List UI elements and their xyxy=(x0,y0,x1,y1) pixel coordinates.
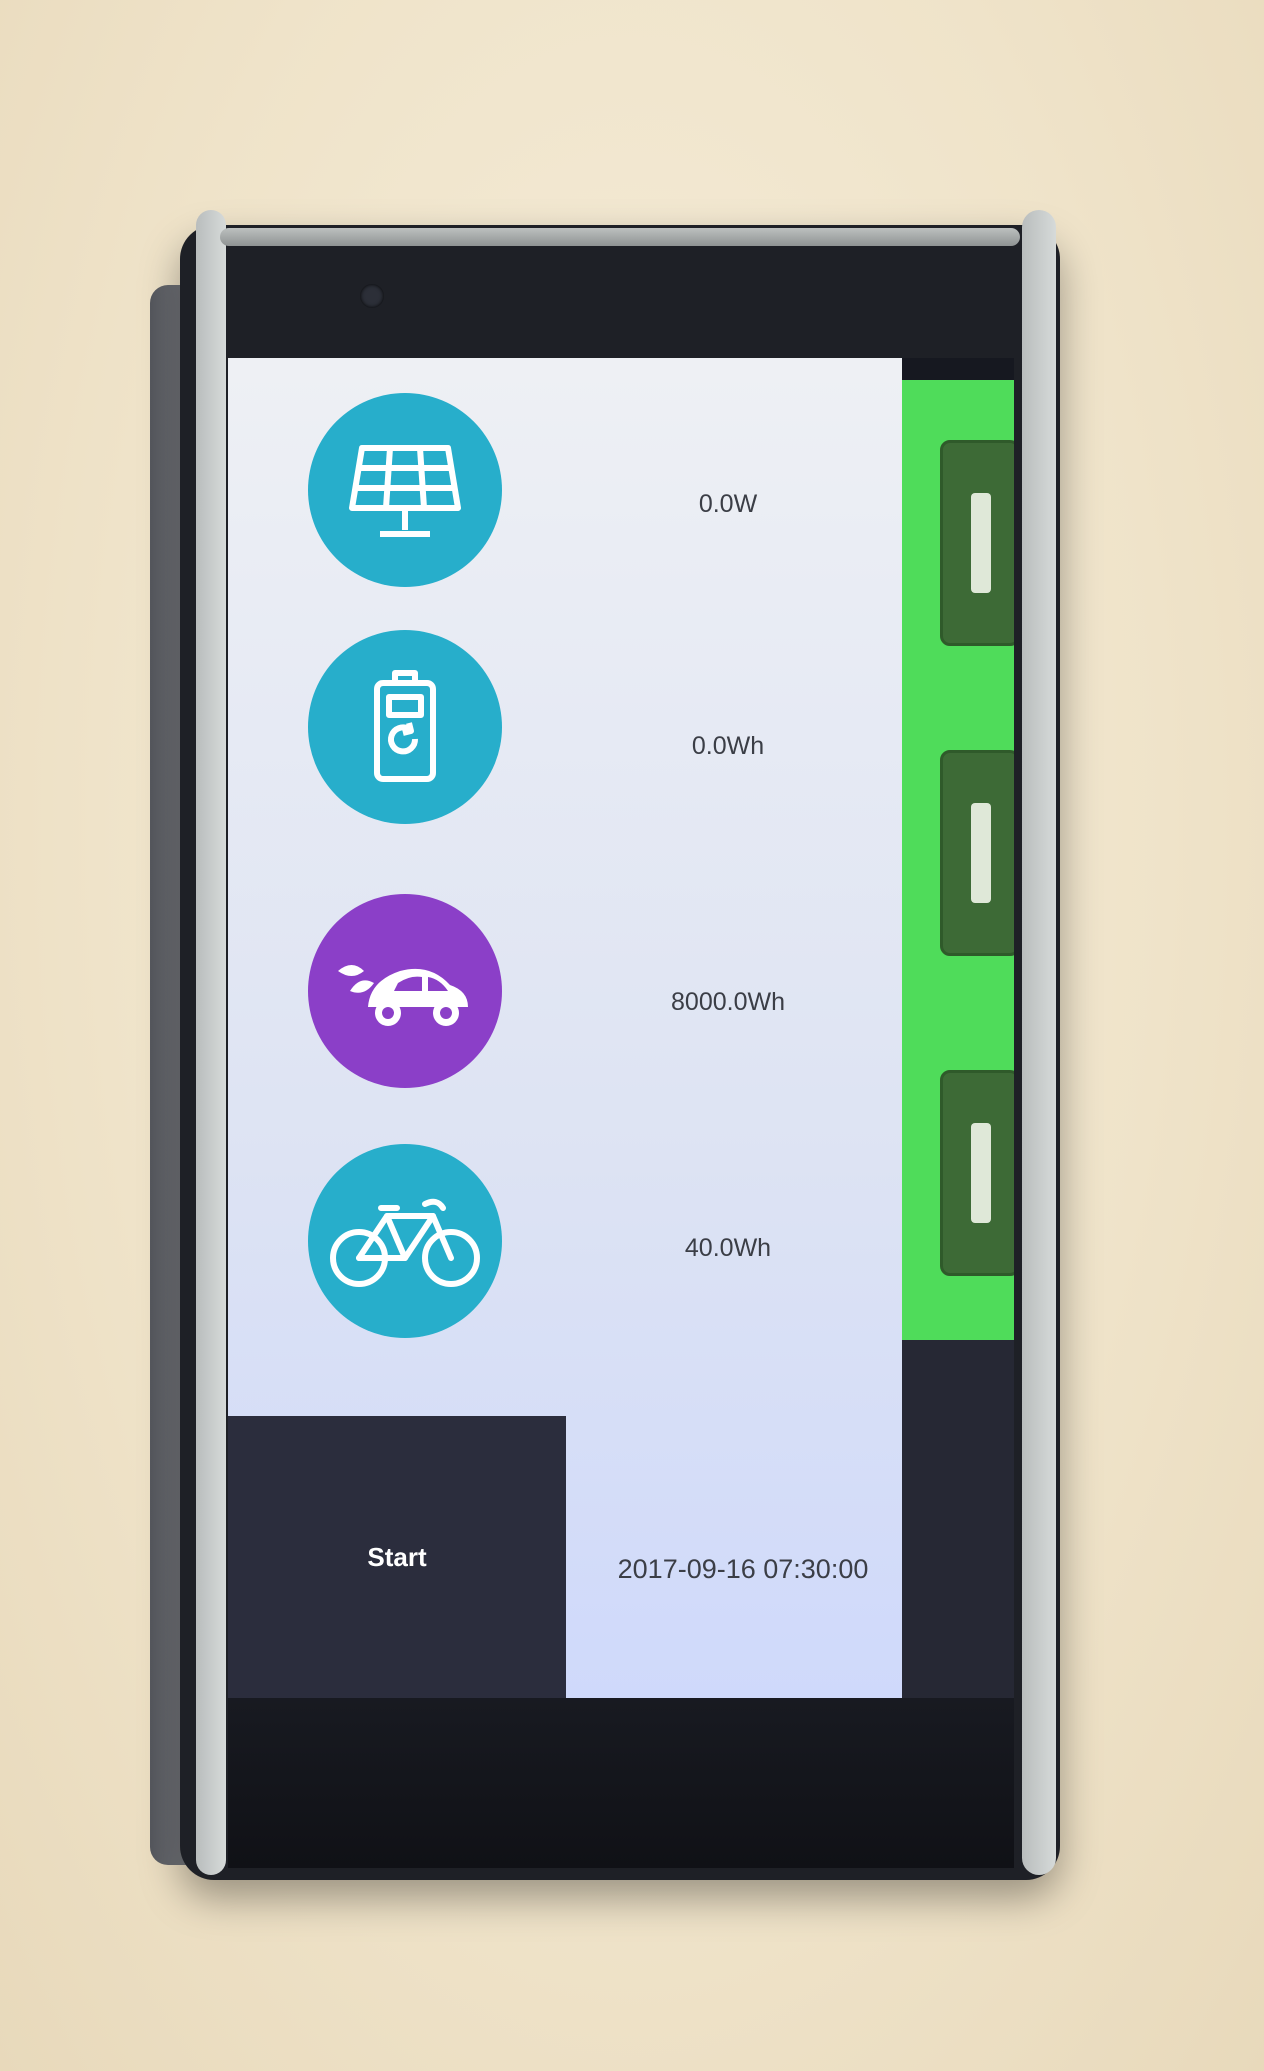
electric-car-icon[interactable] xyxy=(308,894,502,1088)
solar-panel-icon[interactable] xyxy=(308,393,502,587)
bike-row: 40.0Wh xyxy=(228,1144,902,1354)
battery-icon[interactable] xyxy=(308,630,502,824)
side-drawer-tab[interactable] xyxy=(940,1070,1014,1276)
side-drawer-tab[interactable] xyxy=(940,440,1014,646)
bicycle-icon[interactable] xyxy=(308,1144,502,1338)
simulation-timestamp: 2017-09-16 07:30:00 xyxy=(617,1554,869,1584)
phone-chin xyxy=(228,1698,1014,1868)
battery-energy-value: 0.0Wh xyxy=(691,732,765,760)
car-energy-value: 8000.0Wh xyxy=(671,988,785,1016)
car-row: 8000.0Wh xyxy=(228,872,902,1088)
front-camera xyxy=(360,284,384,308)
start-button[interactable]: Start xyxy=(228,1416,566,1698)
side-panel-dark xyxy=(902,1340,1014,1698)
solar-row: 0.0W xyxy=(228,373,902,587)
bike-energy-value: 40.0Wh xyxy=(684,1234,772,1262)
side-drawer-tab[interactable] xyxy=(940,750,1014,956)
solar-power-value: 0.0W xyxy=(698,490,758,518)
phone-bezel-top xyxy=(220,228,1020,246)
phone-screen: 0.0W 0.0Wh 8000.0Wh 40.0Wh Start 2017-09… xyxy=(228,358,1014,1698)
phone-bezel-right xyxy=(1022,210,1056,1875)
start-button-label: Start xyxy=(367,1541,427,1572)
phone-bezel-left xyxy=(196,210,226,1875)
battery-row: 0.0Wh xyxy=(228,620,902,830)
